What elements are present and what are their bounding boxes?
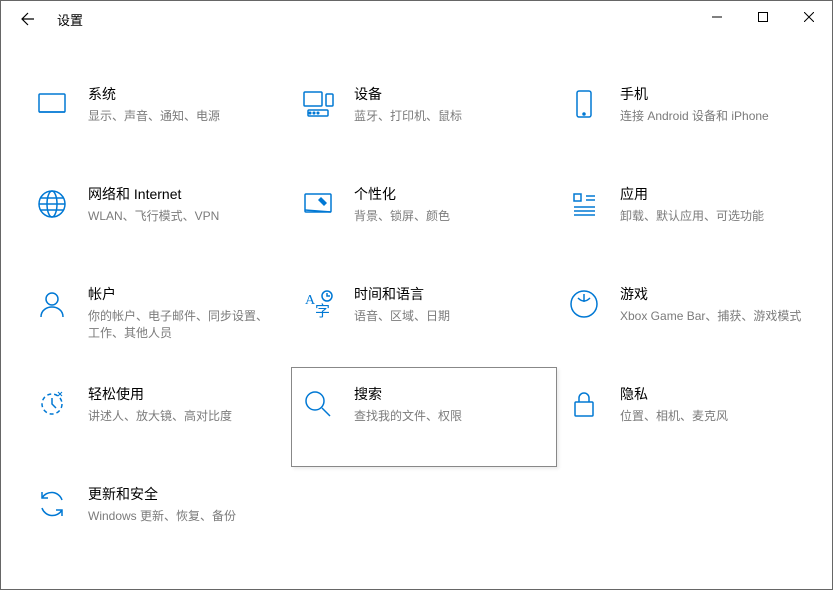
- network-icon: [32, 188, 72, 220]
- window-title: 设置: [57, 10, 83, 29]
- tile-desc: 背景、锁屏、颜色: [354, 208, 544, 225]
- minimize-icon: [712, 12, 722, 22]
- tile-title: 设备: [354, 84, 544, 104]
- svg-text:字: 字: [315, 303, 330, 320]
- tile-title: 隐私: [620, 384, 810, 404]
- settings-grid: 系统显示、声音、通知、电源设备蓝牙、打印机、鼠标手机连接 Android 设备和…: [1, 67, 832, 567]
- phone-icon: [564, 88, 604, 120]
- tile-desc: 位置、相机、麦克风: [620, 408, 810, 425]
- tile-personalize[interactable]: 个性化背景、锁屏、颜色: [291, 167, 557, 267]
- tile-title: 更新和安全: [88, 484, 278, 504]
- tile-desc: Xbox Game Bar、捕获、游戏模式: [620, 308, 810, 325]
- tile-network[interactable]: 网络和 Internet WLAN、飞行模式、VPN: [25, 167, 291, 267]
- privacy-icon: [564, 388, 604, 420]
- tile-apps[interactable]: 应用卸载、默认应用、可选功能: [557, 167, 823, 267]
- tile-title: 帐户: [88, 284, 278, 304]
- tile-desc: 显示、声音、通知、电源: [88, 108, 278, 125]
- window-controls: [694, 1, 832, 33]
- tile-search[interactable]: 搜索查找我的文件、权限: [291, 367, 557, 467]
- tile-update[interactable]: 更新和安全 Windows 更新、恢复、备份: [25, 467, 291, 567]
- tile-desc: Windows 更新、恢复、备份: [88, 508, 278, 525]
- tile-desc: 卸载、默认应用、可选功能: [620, 208, 810, 225]
- system-icon: [32, 88, 72, 120]
- gaming-icon: [564, 288, 604, 320]
- arrow-left-icon: [20, 11, 36, 27]
- tile-desc: WLAN、飞行模式、VPN: [88, 208, 278, 225]
- tile-title: 时间和语言: [354, 284, 544, 304]
- time-icon: A字: [298, 288, 338, 320]
- tile-phone[interactable]: 手机连接 Android 设备和 iPhone: [557, 67, 823, 167]
- maximize-icon: [758, 12, 768, 22]
- close-icon: [804, 12, 814, 22]
- tile-title: 系统: [88, 84, 278, 104]
- update-icon: [32, 488, 72, 520]
- tile-title: 手机: [620, 84, 810, 104]
- tile-title: 轻松使用: [88, 384, 278, 404]
- tile-desc: 语音、区域、日期: [354, 308, 544, 325]
- tile-gaming[interactable]: 游戏 Xbox Game Bar、捕获、游戏模式: [557, 267, 823, 367]
- tile-privacy[interactable]: 隐私位置、相机、麦克风: [557, 367, 823, 467]
- maximize-button[interactable]: [740, 1, 786, 33]
- back-button[interactable]: [9, 1, 47, 37]
- devices-icon: [298, 88, 338, 120]
- apps-icon: [564, 188, 604, 220]
- tile-desc: 蓝牙、打印机、鼠标: [354, 108, 544, 125]
- settings-home: 系统显示、声音、通知、电源设备蓝牙、打印机、鼠标手机连接 Android 设备和…: [1, 37, 832, 567]
- tile-desc: 查找我的文件、权限: [354, 408, 544, 425]
- tile-title: 个性化: [354, 184, 544, 204]
- close-button[interactable]: [786, 1, 832, 33]
- tile-title: 游戏: [620, 284, 810, 304]
- ease-icon: [32, 388, 72, 420]
- tile-desc: 讲述人、放大镜、高对比度: [88, 408, 278, 425]
- title-bar: 设置: [1, 1, 832, 37]
- tile-accounts[interactable]: 帐户你的帐户、电子邮件、同步设置、工作、其他人员: [25, 267, 291, 367]
- tile-title: 网络和 Internet: [88, 184, 278, 204]
- personalize-icon: [298, 188, 338, 220]
- tile-devices[interactable]: 设备蓝牙、打印机、鼠标: [291, 67, 557, 167]
- tile-title: 搜索: [354, 384, 544, 404]
- search-icon: [298, 388, 338, 420]
- tile-title: 应用: [620, 184, 810, 204]
- tile-system[interactable]: 系统显示、声音、通知、电源: [25, 67, 291, 167]
- tile-ease[interactable]: 轻松使用讲述人、放大镜、高对比度: [25, 367, 291, 467]
- tile-desc: 你的帐户、电子邮件、同步设置、工作、其他人员: [88, 308, 278, 342]
- tile-time[interactable]: A字时间和语言语音、区域、日期: [291, 267, 557, 367]
- minimize-button[interactable]: [694, 1, 740, 33]
- tile-desc: 连接 Android 设备和 iPhone: [620, 108, 810, 125]
- accounts-icon: [32, 288, 72, 320]
